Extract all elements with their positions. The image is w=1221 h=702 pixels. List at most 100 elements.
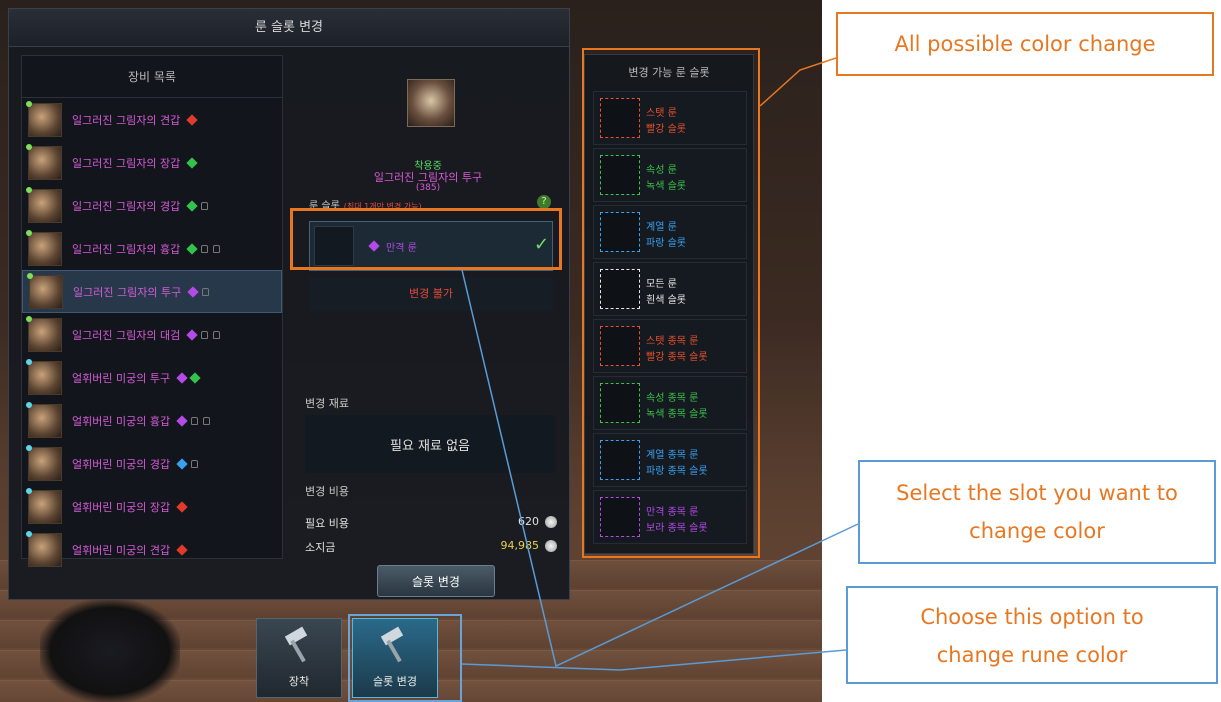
equipment-name: 일그러진 그림자의 장갑 — [72, 156, 181, 170]
equipment-item[interactable]: 얼휘버린 미궁의 흉갑 — [22, 399, 282, 442]
equipment-icon — [26, 444, 62, 481]
silver-coin-icon — [545, 540, 557, 552]
required-cost-label: 필요 비용 — [305, 517, 349, 530]
lock-icon — [202, 287, 210, 296]
equipment-item[interactable]: 일그러진 그림자의 경갑 — [22, 184, 282, 227]
status-dot-icon — [26, 444, 32, 451]
green-gem-icon — [186, 199, 198, 212]
help-icon[interactable]: ? — [537, 195, 551, 209]
materials-label: 변경 재료 — [305, 397, 349, 410]
equipment-item[interactable]: 일그러진 그림자의 투구 — [22, 270, 282, 313]
lock-icon — [213, 330, 221, 339]
equipment-icon — [27, 272, 63, 309]
equipment-gems — [176, 371, 201, 384]
equipment-gems — [176, 543, 188, 556]
status-dot-icon — [26, 315, 32, 322]
equipment-icon — [26, 358, 62, 395]
slot-change-tab-highlight — [348, 614, 462, 702]
equipment-item[interactable]: 얼휘버린 미궁의 투구 — [22, 356, 282, 399]
equipment-name: 얼휘버린 미궁의 흉갑 — [72, 414, 171, 428]
equipment-name: 일그러진 그림자의 대검 — [72, 328, 181, 342]
cost-label: 변경 비용 — [305, 485, 349, 498]
lock-icon — [201, 201, 209, 210]
no-change-status: 변경 불가 — [309, 277, 553, 311]
rune-slots-highlight — [582, 48, 760, 558]
rune-slot-change-dialog: 룬 슬롯 변경 장비 목록 일그러진 그림자의 견갑일그러진 그림자의 장갑일그… — [8, 8, 570, 600]
equipment-item[interactable]: 일그러진 그림자의 견갑 — [22, 98, 282, 141]
item-count: (385) — [415, 183, 441, 193]
status-dot-icon — [26, 229, 32, 236]
equipment-icon — [26, 100, 62, 137]
callout-choose-option-line2: change rune color — [936, 643, 1128, 667]
equipment-icon — [26, 143, 62, 180]
status-dot-icon — [26, 186, 32, 193]
callout-choose-option-line1: Choose this option to — [920, 605, 1144, 629]
equipment-name: 일그러진 그림자의 견갑 — [72, 113, 181, 127]
status-dot-icon — [26, 358, 32, 365]
lock-icon — [213, 244, 221, 253]
helmet-icon — [407, 79, 455, 127]
green-gem-icon — [186, 156, 198, 169]
red-gem-icon — [176, 500, 188, 513]
lock-icon — [191, 416, 199, 425]
equipment-gems — [187, 285, 210, 298]
equipment-item[interactable]: 일그러진 그림자의 장갑 — [22, 141, 282, 184]
owned-money-label: 소지금 — [305, 541, 336, 554]
green-gem-icon — [186, 242, 198, 255]
lock-icon — [201, 330, 209, 339]
status-dot-icon — [26, 143, 32, 150]
blue-gem-icon — [176, 457, 188, 470]
equipment-gems — [176, 457, 199, 470]
status-dot-icon — [26, 487, 32, 494]
green-gem-icon — [189, 371, 201, 384]
equip-button-label: 장착 — [288, 675, 310, 688]
red-gem-icon — [176, 543, 188, 556]
equipment-gems — [176, 414, 211, 427]
equipment-name: 일그러진 그림자의 투구 — [73, 285, 182, 299]
equipment-icon — [26, 487, 62, 524]
equipment-item[interactable]: 얼휘버린 미궁의 견갑 — [22, 528, 282, 571]
hammer-icon — [282, 629, 316, 663]
equipment-icon — [26, 315, 62, 352]
required-cost-value: 620 — [518, 515, 539, 528]
purple-gem-icon — [176, 414, 188, 427]
equipment-item[interactable]: 얼휘버린 미궁의 장갑 — [22, 485, 282, 528]
materials-box: 필요 재료 없음 — [305, 415, 555, 473]
equipment-name: 얼휘버린 미궁의 경갑 — [72, 457, 171, 471]
equipment-name: 얼휘버린 미궁의 장갑 — [72, 500, 171, 514]
equipment-item[interactable]: 일그러진 그림자의 대검 — [22, 313, 282, 356]
status-dot-icon — [26, 530, 32, 537]
equipment-name: 얼휘버린 미궁의 투구 — [72, 371, 171, 385]
slot-change-button[interactable]: 슬롯 변경 — [377, 565, 495, 597]
purple-gem-icon — [186, 328, 198, 341]
equipment-name: 일그러진 그림자의 흉갑 — [72, 242, 181, 256]
equipment-gems — [186, 199, 209, 212]
status-dot-icon — [26, 100, 32, 107]
required-cost-row: 필요 비용 620 — [305, 515, 557, 531]
purple-gem-icon — [187, 285, 199, 298]
lock-icon — [201, 244, 209, 253]
silver-coin-icon — [545, 516, 557, 528]
equipment-item[interactable]: 일그러진 그림자의 흉갑 — [22, 227, 282, 270]
equipment-list-header: 장비 목록 — [22, 56, 282, 98]
character-silhouette — [40, 600, 180, 702]
callout-all-colors: All possible color change — [836, 12, 1214, 76]
status-dot-icon — [26, 401, 32, 408]
materials-none: 필요 재료 없음 — [389, 439, 471, 454]
equipment-item[interactable]: 얼휘버린 미궁의 경갑 — [22, 442, 282, 485]
equip-button[interactable]: 장착 — [256, 618, 342, 698]
owned-money-row: 소지금 94,985 — [305, 539, 557, 555]
callout-select-slot: Select the slot you want to change color — [858, 460, 1216, 564]
equipment-list: 장비 목록 일그러진 그림자의 견갑일그러진 그림자의 장갑일그러진 그림자의 … — [21, 55, 283, 567]
status-dot-icon — [27, 272, 33, 279]
owned-money-value: 94,985 — [500, 539, 540, 552]
equipment-gems — [186, 156, 198, 169]
red-gem-icon — [186, 113, 198, 126]
equipment-name: 얼휘버린 미궁의 견갑 — [72, 543, 171, 557]
equipment-name: 일그러진 그림자의 경갑 — [72, 199, 181, 213]
equipment-gems — [186, 328, 221, 341]
callout-all-colors-text: All possible color change — [894, 32, 1156, 56]
dialog-title: 룬 슬롯 변경 — [9, 9, 569, 47]
equipment-gems — [186, 242, 221, 255]
equipment-icon — [26, 530, 62, 567]
